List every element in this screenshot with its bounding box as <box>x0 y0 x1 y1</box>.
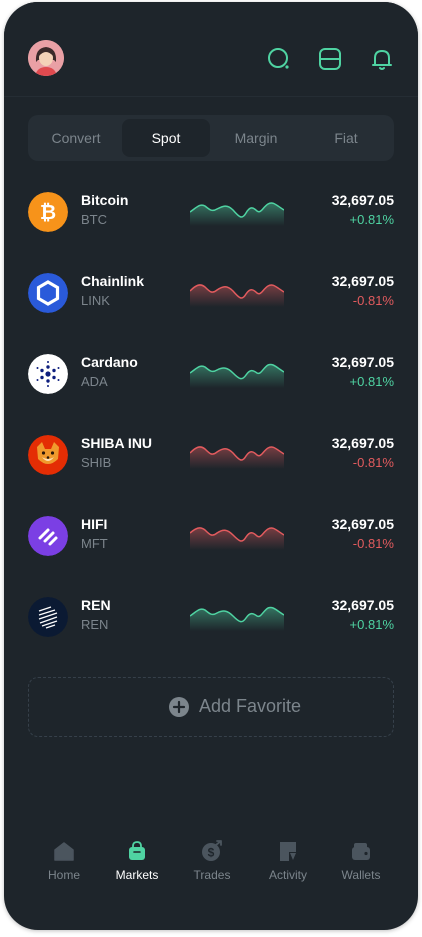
coin-name: Bitcoin <box>81 192 129 208</box>
coin-name: REN <box>81 597 111 613</box>
coin-price: 32,697.05 <box>331 435 394 451</box>
nav-markets[interactable]: Markets <box>102 840 172 882</box>
nav-activity[interactable]: Activity <box>253 840 323 882</box>
coin-change: +0.81% <box>349 374 394 389</box>
bitcoin-icon: ₿ <box>28 192 68 232</box>
coin-name: Cardano <box>81 354 138 370</box>
coin-row-hifi[interactable]: HIFI MFT 32,697.05 -0.81% <box>4 506 418 587</box>
shiba-inu-icon <box>28 435 68 475</box>
wallets-icon <box>352 843 370 860</box>
tab-convert[interactable]: Convert <box>32 119 120 157</box>
sparkline-down <box>190 284 284 307</box>
header <box>4 2 418 97</box>
nav-label: Trades <box>193 868 231 882</box>
nav-label: Activity <box>268 868 307 882</box>
nav-label: Wallets <box>341 868 381 882</box>
activity-icon <box>280 842 296 861</box>
avatar[interactable] <box>28 40 64 76</box>
coin-row-shiba-inu[interactable]: SHIBA INU SHIB 32,697.05 -0.81% <box>4 425 418 506</box>
coin-row-cardano[interactable]: Cardano ADA 32,697.05 +0.81% <box>4 344 418 425</box>
tab-margin[interactable]: Margin <box>212 119 300 157</box>
coin-symbol: REN <box>81 617 109 632</box>
coin-name: HIFI <box>81 516 108 532</box>
tab-fiat[interactable]: Fiat <box>302 119 390 157</box>
chainlink-icon <box>28 273 68 313</box>
svg-text:₿: ₿ <box>40 202 56 224</box>
coin-price: 32,697.05 <box>331 192 394 208</box>
sparkline-up <box>190 606 284 631</box>
coin-change: -0.81% <box>352 455 394 470</box>
sparkline-down <box>190 527 284 550</box>
scan-icon[interactable] <box>317 46 343 72</box>
coin-price: 32,697.05 <box>331 354 394 370</box>
add-favorite-button[interactable]: Add Favorite <box>28 677 394 737</box>
phone-screen: Convert Spot Margin Fiat ₿ Bitcoin BTC 3… <box>4 2 418 930</box>
coin-symbol: LINK <box>81 293 110 308</box>
coin-change: +0.81% <box>349 617 394 632</box>
coin-row-ren[interactable]: REN REN 32,697.05 +0.81% <box>4 587 418 668</box>
coin-row-chainlink[interactable]: Chainlink LINK 32,697.05 -0.81% <box>4 263 418 344</box>
coin-symbol: SHIB <box>81 455 112 470</box>
coin-name: Chainlink <box>81 273 145 289</box>
ren-icon <box>28 597 68 637</box>
search-icon[interactable] <box>266 46 292 72</box>
sparkline-up <box>190 363 284 388</box>
coin-symbol: BTC <box>81 212 107 227</box>
nav-trades[interactable]: $ Trades <box>177 840 247 882</box>
coin-price: 32,697.05 <box>331 597 394 613</box>
tab-spot[interactable]: Spot <box>122 119 210 157</box>
coin-symbol: ADA <box>81 374 108 389</box>
sparkline-up <box>190 202 284 226</box>
nav-label: Home <box>47 868 80 882</box>
nav-home[interactable]: Home <box>29 840 99 882</box>
coin-name: SHIBA INU <box>81 435 153 451</box>
hifi-icon <box>28 516 68 556</box>
coin-change: -0.81% <box>352 536 394 551</box>
coin-price: 32,697.05 <box>331 516 394 532</box>
markets-bag-icon <box>129 841 145 860</box>
bottom-nav: Home Markets $ Trades Activity Wallets <box>4 840 418 900</box>
coin-change: +0.81% <box>349 212 394 227</box>
bell-icon[interactable] <box>369 46 395 72</box>
coin-row-bitcoin[interactable]: ₿ Bitcoin BTC 32,697.05 +0.81% <box>4 182 418 263</box>
plus-circle-icon <box>169 697 189 717</box>
cardano-icon <box>28 354 68 394</box>
coin-price: 32,697.05 <box>331 273 394 289</box>
nav-label: Markets <box>115 868 159 882</box>
coin-symbol: MFT <box>81 536 108 551</box>
sparkline-down <box>190 446 284 469</box>
coin-change: -0.81% <box>352 293 394 308</box>
market-type-tabs: Convert Spot Margin Fiat <box>28 115 394 161</box>
trades-icon: $ <box>202 840 222 861</box>
add-favorite-label: Add Favorite <box>199 696 302 716</box>
home-icon <box>54 842 74 861</box>
svg-text:$: $ <box>208 846 215 860</box>
nav-wallets[interactable]: Wallets <box>326 840 396 882</box>
